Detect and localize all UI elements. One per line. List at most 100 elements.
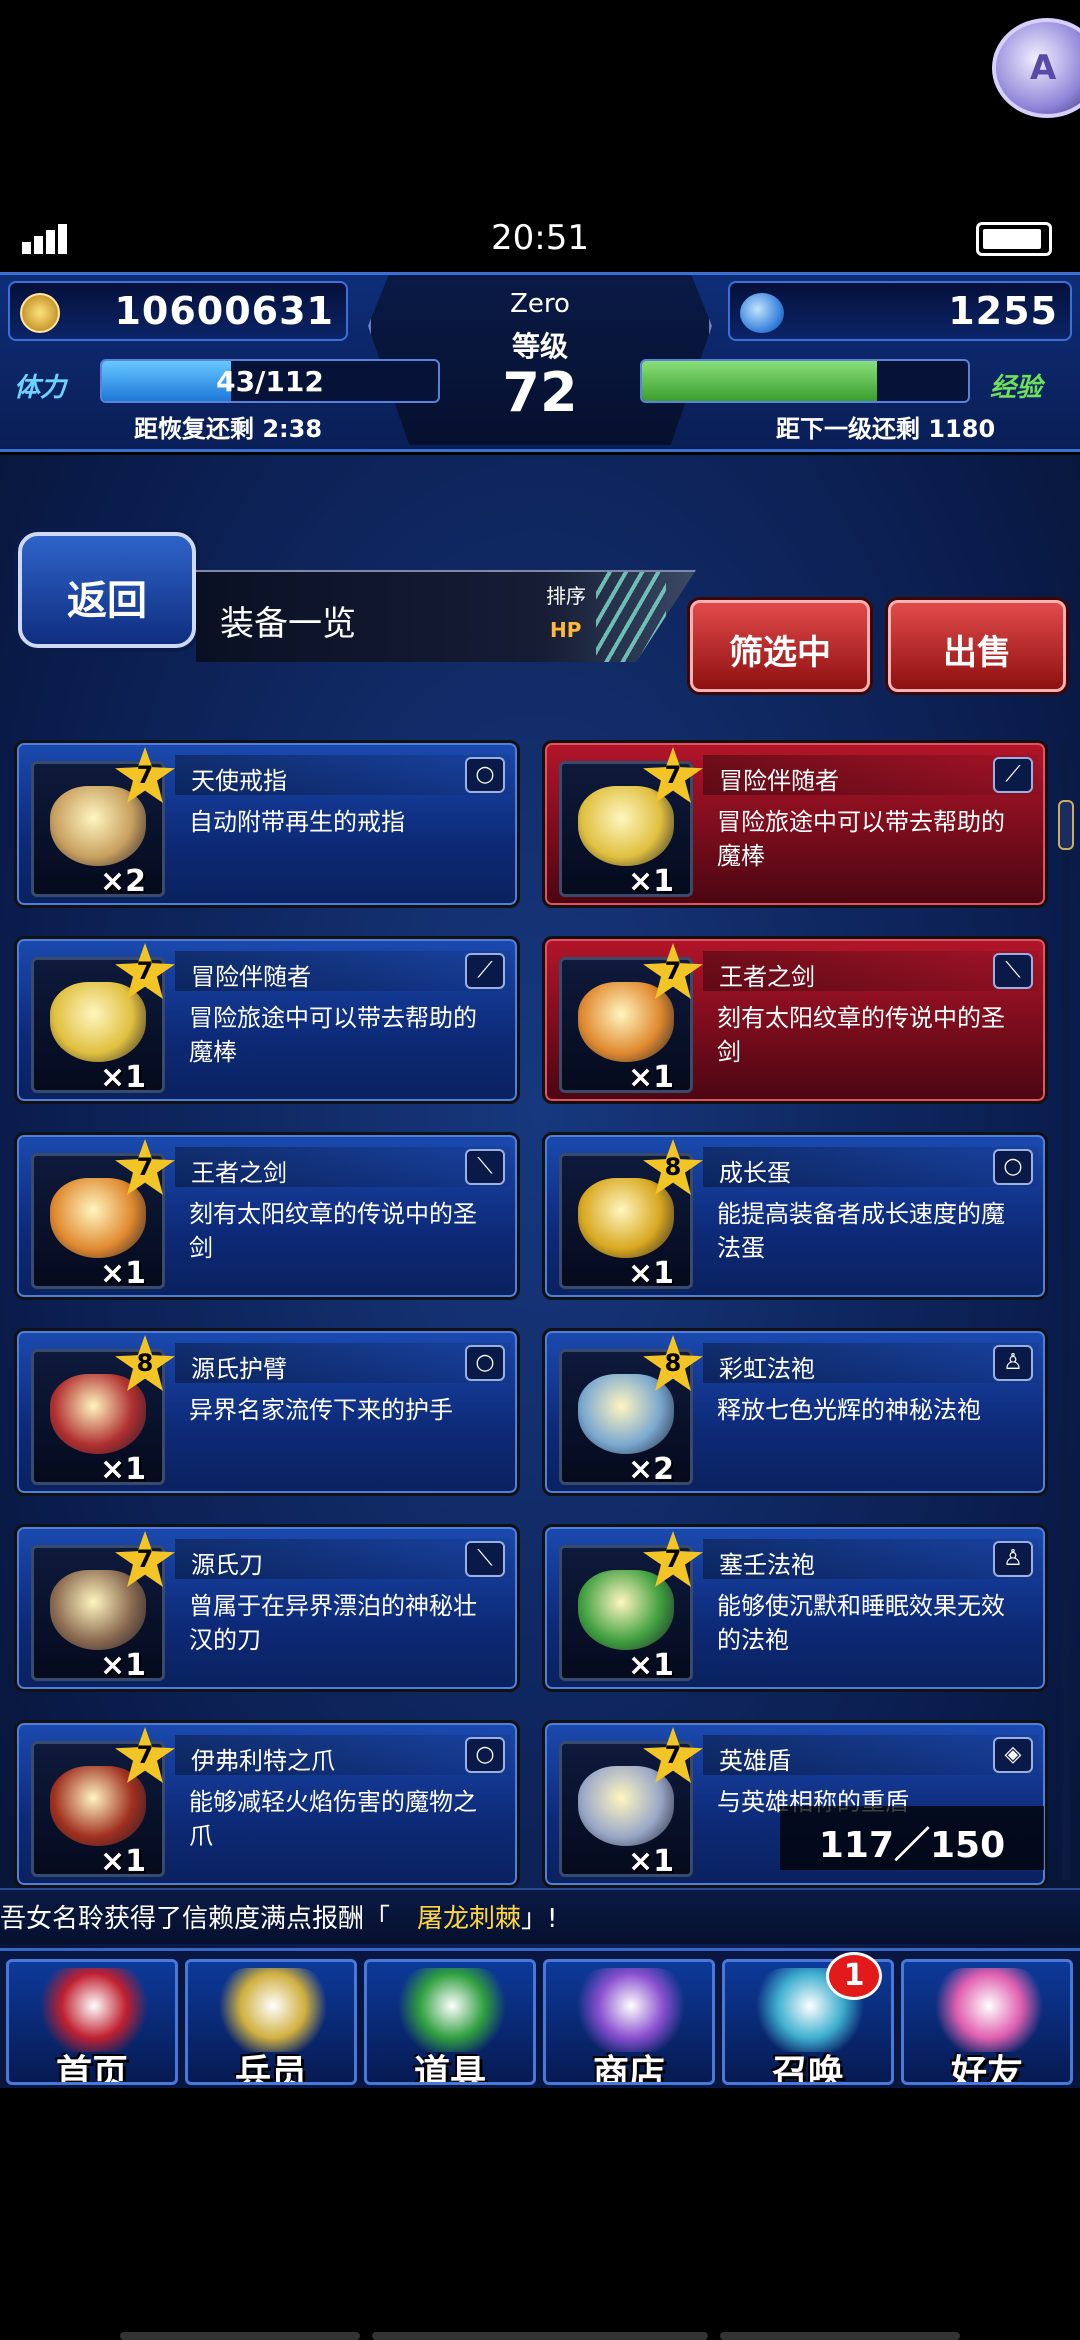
stamina-label: 体力 [14,373,67,403]
nav-label: 首页 [55,2053,128,2085]
equipment-description: 冒险旅途中可以带去帮助的魔棒 [717,808,1005,870]
equipment-card[interactable]: ×1 7 王者之剑 ⟍ 刻有太阳纹章的传说中的圣剑 [14,1132,520,1300]
stamina-bar: 43/112 [100,359,440,403]
equipment-description: 能提高装备者成长速度的魔法蛋 [717,1200,1005,1262]
lapis-display[interactable]: 1255 [728,281,1072,341]
shield-type-icon: ◈ [993,1737,1033,1773]
sword-type-icon: ⟍ [993,953,1033,989]
nav-icon [397,1968,507,2052]
nav-bar-segment [720,2332,960,2340]
equipment-name-bar: 天使戒指 ○ [175,755,511,795]
staff-type-icon: ⟋ [993,757,1033,793]
nav-label: 召唤 [771,2053,844,2085]
page-title-plate[interactable]: 装备一览 排序 HP [196,570,696,662]
equipment-name-bar: 源氏护臂 ○ [175,1343,511,1383]
equipment-description: 刻有太阳纹章的传说中的圣剑 [189,1200,477,1262]
nav-item[interactable]: 首页 [6,1959,178,2085]
scroll-thumb[interactable] [1058,800,1074,850]
equipment-card[interactable]: ×1 8 源氏护臂 ○ 异界名家流传下来的护手 [14,1328,520,1496]
equipment-quantity: ×1 [628,1060,675,1093]
battery-icon [976,222,1052,256]
equipment-list[interactable]: ×2 7 天使戒指 ○ 自动附带再生的戒指 ×1 7 冒险伴随者 ⟋ 冒险旅途中可以带去帮助的魔棒… [0,740,1060,1888]
nav-item[interactable]: 好友 [901,1959,1073,2085]
equipment-card[interactable]: ×2 7 天使戒指 ○ 自动附带再生的戒指 [14,740,520,908]
equipment-name: 源氏刀 [191,1551,263,1579]
equipment-description: 能够减轻火焰伤害的魔物之爪 [189,1788,477,1850]
equipment-name: 冒险伴随者 [191,963,311,991]
next-level-text: 距下一级还剩 1180 [776,415,996,443]
equipment-quantity: ×1 [100,1452,147,1485]
summon-notification-badge: 1 [826,1952,882,2000]
equipment-quantity: ×2 [100,864,147,897]
equipment-card[interactable]: ×1 7 伊弗利特之爪 ○ 能够减轻火焰伤害的魔物之爪 [14,1720,520,1888]
equipment-description: 刻有太阳纹章的传说中的圣剑 [717,1004,1005,1066]
equipment-description: 异界名家流传下来的护手 [189,1396,453,1424]
equipment-name: 源氏护臂 [191,1355,287,1383]
nav-label: 道具 [413,2053,486,2085]
ticker-highlight: 屠龙刺棘 [417,1904,522,1934]
filter-button[interactable]: 筛选中 [690,600,870,692]
sword-type-icon: ⟍ [465,1149,505,1185]
lapis-amount: 1255 [948,289,1058,333]
equipment-name-bar: 英雄盾 ◈ [703,1735,1039,1775]
exp-bar [640,359,970,403]
equipment-quantity: ×1 [628,1648,675,1681]
equipment-description: 释放七色光辉的神秘法袍 [717,1396,981,1424]
equipment-name: 冒险伴随者 [719,767,839,795]
ring-type-icon: ○ [465,1345,505,1381]
back-button[interactable]: 返回 [18,532,196,648]
robe-type-icon: ♙ [993,1345,1033,1381]
equipment-card[interactable]: ×1 7 冒险伴随者 ⟋ 冒险旅途中可以带去帮助的魔棒 [14,936,520,1104]
nav-label: 好友 [950,2053,1023,2085]
equipment-name: 天使戒指 [191,767,287,795]
equipment-name: 王者之剑 [191,1159,287,1187]
nav-label: 商店 [592,2053,665,2085]
equipment-card[interactable]: ×1 7 冒险伴随者 ⟋ 冒险旅途中可以带去帮助的魔棒 [542,740,1048,908]
news-ticker: 吾女名聆获得了信赖度满点报酬「 屠龙刺棘 」! [0,1888,1080,1944]
equipment-card[interactable]: ×1 8 成长蛋 ○ 能提高装备者成长速度的魔法蛋 [542,1132,1048,1300]
equipment-card[interactable]: ×2 8 彩虹法袍 ♙ 释放七色光辉的神秘法袍 [542,1328,1048,1496]
staff-type-icon: ⟋ [465,953,505,989]
nav-icon [218,1968,328,2052]
equipment-quantity: ×1 [628,864,675,897]
nav-item[interactable]: 道具 [364,1959,536,2085]
ring-type-icon: ○ [465,1737,505,1773]
equipment-name-bar: 王者之剑 ⟍ [703,951,1039,991]
nav-bar-segment [120,2332,360,2340]
stamina-recover-text: 距恢复还剩 2:38 [134,415,323,443]
equipment-quantity: ×1 [100,1256,147,1289]
nav-icon [576,1968,686,2052]
nav-icon [39,1968,149,2052]
gil-display: 10600631 [8,281,348,341]
ring-type-icon: ○ [993,1149,1033,1185]
nav-item[interactable]: 兵员 [185,1959,357,2085]
player-header: 10600631 1255 Zero 等级 72 体力 43/112 距恢复还剩… [0,272,1080,452]
stamina-text: 43/112 [216,365,324,398]
sort-label: 排序 [546,584,586,608]
equipment-name-bar: 冒险伴随者 ⟋ [703,755,1039,795]
equipment-card[interactable]: ×1 7 源氏刀 ⟍ 曾属于在异界漂泊的神秘壮汉的刀 [14,1524,520,1692]
sword-type-icon: ⟍ [465,1541,505,1577]
equipment-name: 英雄盾 [719,1747,791,1775]
exp-label: 经验 [990,373,1043,403]
scroll-track[interactable] [1062,740,1070,1880]
equipment-quantity: ×1 [100,1844,147,1877]
clock: 20:51 [491,218,589,258]
sell-button[interactable]: 出售 [888,600,1066,692]
equipment-name: 塞壬法袍 [719,1551,815,1579]
equipment-card[interactable]: ×1 7 塞壬法袍 ♙ 能够使沉默和睡眠效果无效的法袍 [542,1524,1048,1692]
equipment-name: 伊弗利特之爪 [191,1747,335,1775]
bottom-nav: 首页 兵员 道具 商店 召唤 好友 [0,1948,1080,2088]
floating-assistant-icon[interactable]: A [992,18,1080,118]
equipment-quantity: ×1 [628,1256,675,1289]
equipment-quantity: ×1 [100,1060,147,1093]
equipment-name: 彩虹法袍 [719,1355,815,1383]
nav-item[interactable]: 商店 [543,1959,715,2085]
ticker-suffix: 」! [521,1904,558,1934]
equipment-card[interactable]: ×1 7 王者之剑 ⟍ 刻有太阳纹章的传说中的圣剑 [542,936,1048,1104]
equipment-name: 成长蛋 [719,1159,791,1187]
item-count: 117／150 [780,1806,1044,1870]
robe-type-icon: ♙ [993,1541,1033,1577]
equipment-name-bar: 源氏刀 ⟍ [175,1539,511,1579]
sort-value[interactable]: HP [550,618,581,642]
